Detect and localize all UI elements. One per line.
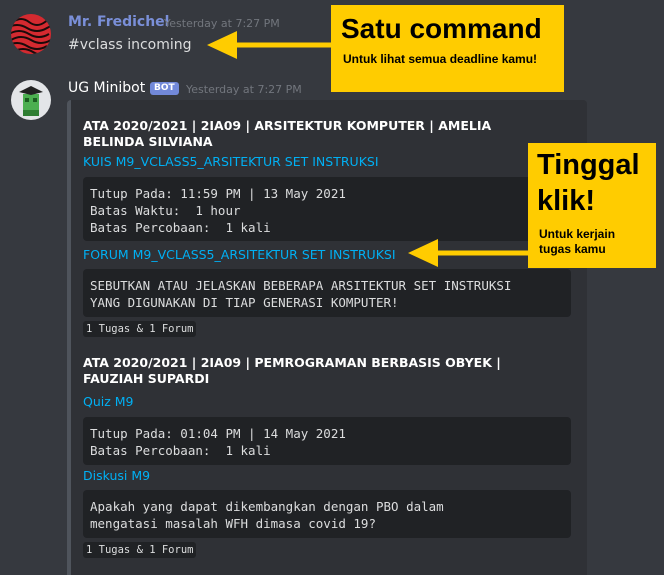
quiz-details-1: Tutup Pada: 11:59 PM | 13 May 2021 Batas…	[83, 177, 571, 241]
summary-2: 1 Tugas & 1 Forum	[83, 542, 197, 558]
avatar-minibot[interactable]	[11, 80, 51, 120]
course-title-1: ATA 2020/2021 | 2IA09 | ARSITEKTUR KOMPU…	[83, 118, 492, 149]
avatar-fredichel[interactable]	[11, 14, 51, 54]
arrow-to-forum-icon	[408, 239, 530, 267]
avatar-robot-icon	[11, 80, 51, 120]
summary-1: 1 Tugas & 1 Forum	[83, 321, 197, 337]
arrow-to-command-icon	[207, 31, 333, 59]
callout-command: Satu command Untuk lihat semua deadline …	[331, 5, 564, 92]
bot-badge: BOT	[150, 82, 179, 95]
forum-link-2[interactable]: Diskusi M9	[83, 468, 150, 483]
callout-click-heading-2: klik!	[537, 185, 596, 217]
course-title-2: ATA 2020/2021 | 2IA09 | PEMROGRAMAN BERB…	[83, 355, 501, 386]
callout-command-subtext: Untuk lihat semua deadline kamu!	[343, 52, 538, 66]
avatar-swirl-icon	[11, 14, 51, 54]
callout-command-heading: Satu command	[341, 13, 542, 44]
username-fredichel[interactable]: Mr. Fredichel	[68, 14, 169, 30]
forum-details-2: Apakah yang dapat dikembangkan dengan PB…	[83, 490, 571, 538]
callout-click-subtext: Untuk kerjain tugas kamu	[539, 227, 616, 256]
timestamp: Yesterday at 7:27 PM	[186, 83, 302, 96]
quiz-link-1[interactable]: KUIS M9_VCLASS5_ARSITEKTUR SET INSTRUKSI	[83, 154, 379, 169]
callout-click: Tinggal klik! Untuk kerjain tugas kamu	[528, 143, 656, 268]
quiz-details-2: Tutup Pada: 01:04 PM | 14 May 2021 Batas…	[83, 417, 571, 465]
username-minibot[interactable]: UG Minibot	[68, 80, 145, 96]
callout-click-heading-1: Tinggal	[537, 149, 640, 181]
forum-details-1: SEBUTKAN ATAU JELASKAN BEBERAPA ARSITEKT…	[83, 269, 571, 317]
message-text: #vclass incoming	[68, 37, 192, 53]
forum-link-1[interactable]: FORUM M9_VCLASS5_ARSITEKTUR SET INSTRUKS…	[83, 247, 396, 262]
embed-deadlines: ATA 2020/2021 | 2IA09 | ARSITEKTUR KOMPU…	[67, 100, 587, 575]
quiz-link-2[interactable]: Quiz M9	[83, 394, 134, 409]
